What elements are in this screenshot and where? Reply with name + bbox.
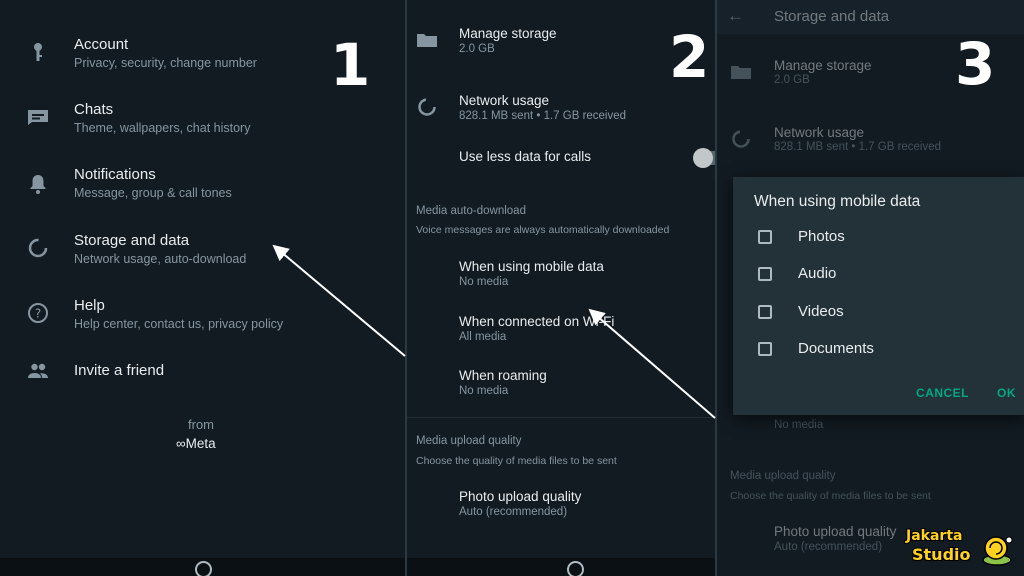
snail-mascot-icon (982, 536, 1013, 566)
arrow-to-mobile-data (588, 308, 716, 419)
arrow-to-storage (272, 244, 406, 357)
annotation-arrows (272, 244, 716, 419)
jakarta-studio-logo: Jakarta Studio (906, 528, 1016, 570)
logo-line2: Studio (912, 545, 971, 564)
logo-line1: Jakarta (906, 528, 963, 544)
